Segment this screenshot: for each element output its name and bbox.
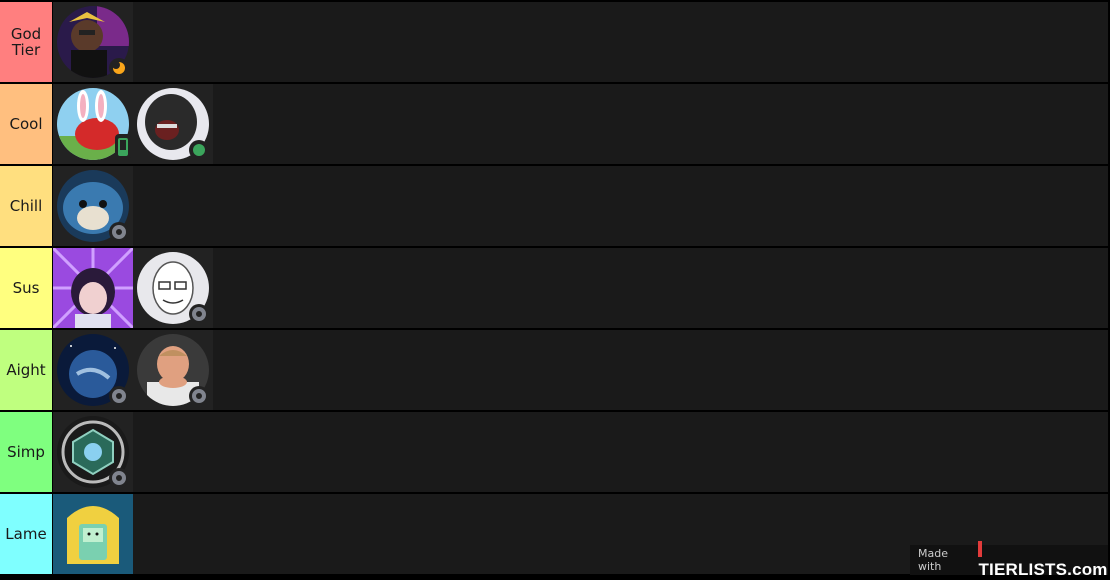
anime-picture: [53, 248, 133, 328]
tier-items[interactable]: [53, 412, 1108, 492]
tier-items[interactable]: [53, 2, 1108, 82]
tier-item-avatar[interactable]: [53, 412, 133, 492]
tier-item-avatar[interactable]: [53, 2, 133, 82]
tierlists-watermark[interactable]: Made with TIERLISTS.com: [910, 541, 1108, 579]
offline-status-icon: [189, 304, 209, 324]
idle-status-icon: [109, 58, 129, 78]
logo-mark-icon: [978, 541, 983, 557]
logo-text: TIERLISTS.com: [978, 560, 1108, 579]
tier-item-avatar[interactable]: [53, 330, 133, 410]
tierlists-logo: TIERLISTS.com: [978, 540, 1108, 580]
tier-item-avatar[interactable]: [53, 166, 133, 246]
tier-row-cool: Cool: [0, 84, 1108, 164]
tier-row-aight: Aight: [0, 330, 1108, 410]
tier-label[interactable]: Simp: [0, 412, 52, 492]
tier-row-simp: Simp: [0, 412, 1108, 492]
tier-list-board: God Tier Cool Chill Sus Aight Simp Lame …: [0, 0, 1110, 579]
mobile-status-icon: [115, 134, 131, 160]
tier-row-chill: Chill: [0, 166, 1108, 246]
tier-label[interactable]: Lame: [0, 494, 52, 574]
offline-status-icon: [109, 222, 129, 242]
tier-item-avatar[interactable]: [53, 84, 133, 164]
online-status-icon: [189, 140, 209, 160]
tier-item-avatar[interactable]: [133, 248, 213, 328]
tier-item-image[interactable]: [53, 494, 133, 574]
tier-items[interactable]: [53, 248, 1108, 328]
tier-item-avatar[interactable]: [133, 330, 213, 410]
offline-status-icon: [109, 468, 129, 488]
tier-item-avatar[interactable]: [133, 84, 213, 164]
tier-label[interactable]: Cool: [0, 84, 52, 164]
tier-items[interactable]: [53, 84, 1108, 164]
tier-items[interactable]: [53, 330, 1108, 410]
tier-item-image[interactable]: [53, 248, 133, 328]
offline-status-icon: [189, 386, 209, 406]
tier-label[interactable]: Aight: [0, 330, 52, 410]
made-with-text: Made with: [918, 547, 948, 573]
bmo-picture: [53, 494, 133, 574]
tier-items[interactable]: [53, 166, 1108, 246]
tier-row-sus: Sus: [0, 248, 1108, 328]
tier-row-god-tier: God Tier: [0, 2, 1108, 82]
tier-label[interactable]: Chill: [0, 166, 52, 246]
offline-status-icon: [109, 386, 129, 406]
tier-label[interactable]: God Tier: [0, 2, 52, 82]
tier-label[interactable]: Sus: [0, 248, 52, 328]
